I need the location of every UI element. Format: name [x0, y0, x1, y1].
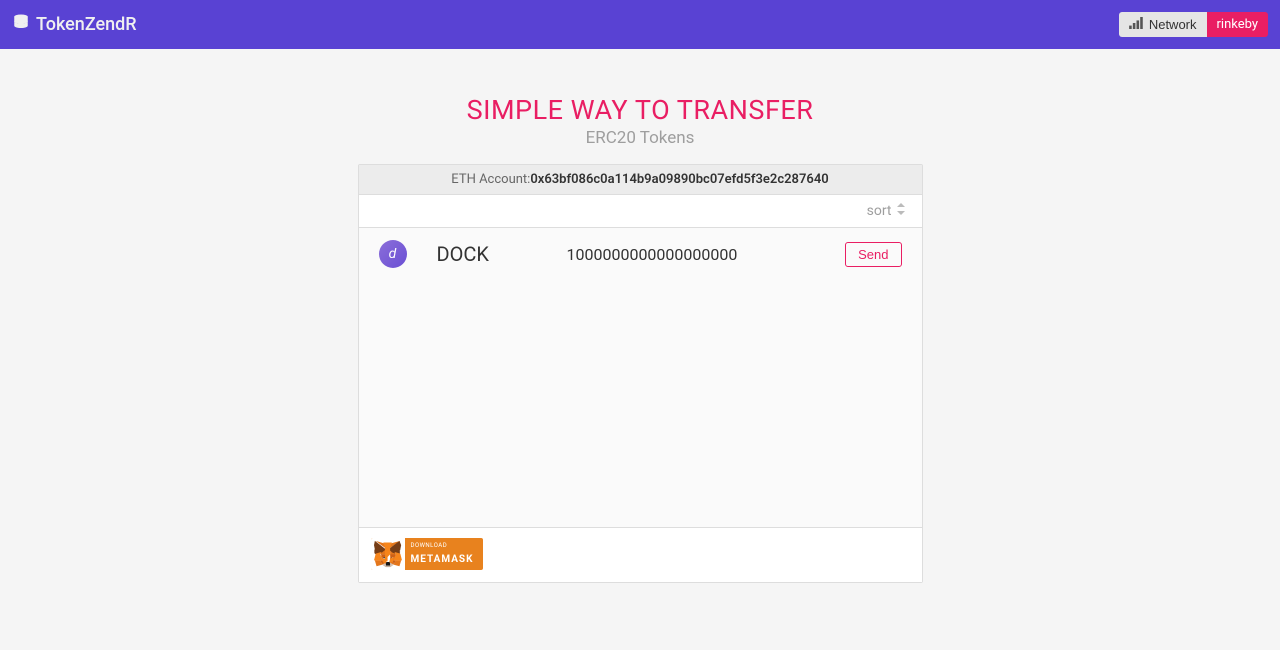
download-label: DOWNLOAD	[411, 542, 474, 549]
network-name-badge: rinkeby	[1207, 12, 1268, 37]
account-address: 0x63bf086c0a114b9a09890bc07efd5f3e2c2876…	[530, 172, 828, 187]
download-metamask-link[interactable]: DOWNLOAD METAMASK	[371, 538, 484, 570]
brand[interactable]: TokenZendR	[12, 13, 137, 36]
brand-text: TokenZendR	[36, 14, 137, 35]
panel-footer: DOWNLOAD METAMASK	[359, 528, 922, 582]
token-glyph: d	[389, 246, 397, 262]
metamask-fox-icon	[371, 538, 405, 570]
main-container: SIMPLE WAY TO TRANSFER ERC20 Tokens ETH …	[358, 94, 923, 583]
signal-icon	[1129, 17, 1143, 32]
token-list[interactable]: d DOCK 1000000000000000000 Send	[359, 228, 922, 528]
token-symbol: DOCK	[437, 242, 537, 266]
sort-label: sort	[867, 203, 892, 219]
nav-right: Network rinkeby	[1119, 12, 1268, 37]
dock-token-icon: d	[379, 240, 407, 268]
network-button[interactable]: Network	[1119, 12, 1207, 37]
token-row: d DOCK 1000000000000000000 Send	[359, 228, 922, 280]
network-label: Network	[1149, 17, 1197, 32]
sort-icon	[896, 203, 906, 219]
page-subtitle: ERC20 Tokens	[358, 128, 923, 148]
account-header: ETH Account:0x63bf086c0a114b9a09890bc07e…	[359, 165, 922, 195]
token-balance: 1000000000000000000	[567, 245, 816, 264]
metamask-text: DOWNLOAD METAMASK	[405, 542, 484, 566]
sort-control[interactable]: sort	[359, 195, 922, 228]
page-title: SIMPLE WAY TO TRANSFER	[358, 94, 923, 126]
database-icon	[12, 13, 30, 36]
account-label: ETH Account:	[451, 172, 530, 187]
metamask-label: METAMASK	[411, 554, 474, 565]
send-button[interactable]: Send	[845, 242, 901, 267]
transfer-panel: ETH Account:0x63bf086c0a114b9a09890bc07e…	[358, 164, 923, 583]
navbar: TokenZendR Network rinkeby	[0, 0, 1280, 49]
